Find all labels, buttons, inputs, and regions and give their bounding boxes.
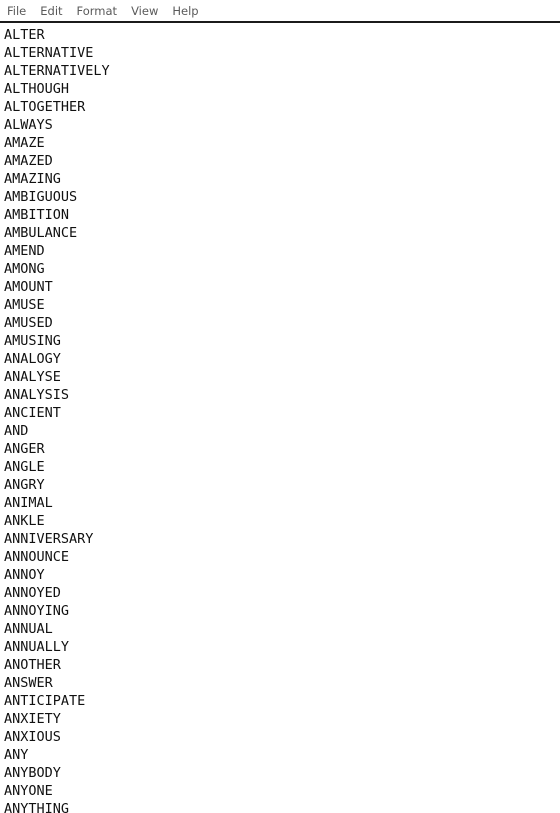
editor-line: AMBITION xyxy=(4,207,70,223)
editor-line: ANGRY xyxy=(4,477,45,493)
menu-bar: File Edit Format View Help xyxy=(0,0,560,23)
editor-line: AMBULANCE xyxy=(4,225,78,241)
menu-help[interactable]: Help xyxy=(172,4,207,18)
editor-line: ANALOGY xyxy=(4,351,61,367)
editor-line: AND xyxy=(4,423,29,439)
editor-line: ALWAYS xyxy=(4,117,53,133)
editor-line: ALTERNATIVE xyxy=(4,45,94,61)
editor-line: ANYTHING xyxy=(4,801,70,813)
editor-line: AMUSE xyxy=(4,297,45,313)
editor-line: AMEND xyxy=(4,243,45,259)
editor-line: AMONG xyxy=(4,261,45,277)
editor-line: ANXIOUS xyxy=(4,729,61,745)
text-editor-window: File Edit Format View Help ALTER ALTERNAT… xyxy=(0,0,560,813)
editor-line: ANALYSE xyxy=(4,369,61,385)
menu-view[interactable]: View xyxy=(131,4,167,18)
editor-line: ANYONE xyxy=(4,783,53,799)
editor-line: AMOUNT xyxy=(4,279,53,295)
editor-line: ALTOGETHER xyxy=(4,99,86,115)
editor-line: ALTER xyxy=(4,27,45,43)
editor-text-area[interactable]: ALTER ALTERNATIVE ALTERNATIVELY ALTHOUGH ALT… xyxy=(0,23,560,813)
editor-line: ANIMAL xyxy=(4,495,53,511)
menu-file[interactable]: File xyxy=(7,4,35,18)
editor-line: AMAZING xyxy=(4,171,61,187)
menu-format[interactable]: Format xyxy=(77,4,127,18)
editor-line: ANOTHER xyxy=(4,657,61,673)
editor-line: ANNOYED xyxy=(4,585,61,601)
editor-line: ALTHOUGH xyxy=(4,81,70,97)
editor-line: ANNIVERSARY xyxy=(4,531,94,547)
menu-edit[interactable]: Edit xyxy=(40,4,71,18)
editor-line: AMUSING xyxy=(4,333,61,349)
editor-line: AMUSED xyxy=(4,315,53,331)
editor-line: ANALYSIS xyxy=(4,387,70,403)
editor-line: ANTICIPATE xyxy=(4,693,86,709)
editor-line: ANSWER xyxy=(4,675,53,691)
editor-line: ANCIENT xyxy=(4,405,61,421)
editor-line: ANNOY xyxy=(4,567,45,583)
editor-line: ALTERNATIVELY xyxy=(4,63,110,79)
editor-line: ANY xyxy=(4,747,29,763)
editor-line: ANNOYING xyxy=(4,603,70,619)
editor-line: ANYBODY xyxy=(4,765,61,781)
editor-line: ANNOUNCE xyxy=(4,549,70,565)
editor-line: ANNUAL xyxy=(4,621,53,637)
editor-line: ANKLE xyxy=(4,513,45,529)
editor-line: ANGLE xyxy=(4,459,45,475)
editor-line: ANGER xyxy=(4,441,45,457)
editor-line: ANNUALLY xyxy=(4,639,70,655)
editor-line: AMBIGUOUS xyxy=(4,189,78,205)
editor-line: AMAZED xyxy=(4,153,53,169)
editor-line: ANXIETY xyxy=(4,711,61,727)
editor-line: AMAZE xyxy=(4,135,45,151)
